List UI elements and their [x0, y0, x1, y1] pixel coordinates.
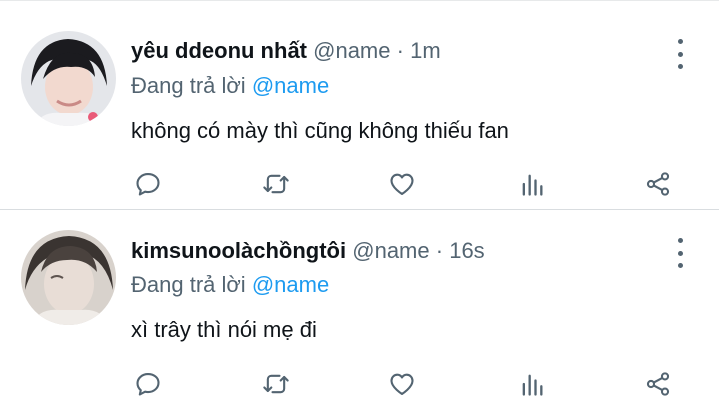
retweet-button[interactable] [260, 368, 292, 400]
reply-icon [136, 173, 160, 196]
reply-button[interactable] [132, 368, 164, 400]
more-icon[interactable] [672, 238, 688, 268]
share-icon [646, 372, 670, 396]
handle[interactable]: @name [352, 238, 429, 263]
reply-to-link[interactable]: @name [252, 272, 329, 297]
reply-icon [136, 373, 160, 396]
tweet-2[interactable]: kimsunoolàchồngtôi @name · 16s Đang trả … [0, 211, 719, 417]
tweet-header: kimsunoolàchồngtôi @name · 16s [131, 238, 485, 264]
reply-context: Đang trả lời @name [131, 272, 329, 298]
like-icon [390, 373, 414, 395]
share-button[interactable] [642, 368, 674, 400]
tweet-header: yêu ddeonu nhất @name · 1m [131, 38, 441, 64]
reply-to-link[interactable]: @name [252, 73, 329, 98]
display-name[interactable]: kimsunoolàchồngtôi [131, 238, 346, 263]
like-button[interactable] [386, 168, 418, 200]
separator: · [435, 238, 444, 263]
handle[interactable]: @name [313, 38, 390, 63]
reply-button[interactable] [132, 168, 164, 200]
tweet-1[interactable]: yêu ddeonu nhất @name · 1m Đang trả lời … [0, 0, 719, 210]
timestamp[interactable]: 16s [449, 238, 484, 263]
stats-button[interactable] [516, 168, 548, 200]
reply-context: Đang trả lời @name [131, 73, 329, 99]
action-bar [0, 368, 719, 400]
tweet-text: không có mày thì cũng không thiếu fan [131, 118, 509, 143]
more-icon[interactable] [672, 39, 688, 69]
tweet-text: xì trây thì nói mẹ đi [131, 317, 317, 342]
display-name[interactable]: yêu ddeonu nhất [131, 38, 307, 63]
like-icon [390, 173, 414, 195]
like-button[interactable] [386, 368, 418, 400]
stats-icon [522, 374, 543, 396]
reply-prefix: Đang trả lời [131, 272, 246, 297]
avatar[interactable] [21, 31, 116, 126]
stats-button[interactable] [516, 368, 548, 400]
retweet-button[interactable] [260, 168, 292, 200]
stats-icon [522, 174, 543, 196]
timestamp[interactable]: 1m [410, 38, 441, 63]
avatar[interactable] [21, 230, 116, 325]
share-button[interactable] [642, 168, 674, 200]
separator: · [396, 38, 404, 63]
tweet-divider [0, 209, 719, 210]
reply-prefix: Đang trả lời [131, 73, 246, 98]
action-bar [0, 168, 719, 200]
retweet-icon [263, 174, 289, 194]
retweet-icon [263, 374, 289, 394]
share-icon [646, 172, 670, 196]
